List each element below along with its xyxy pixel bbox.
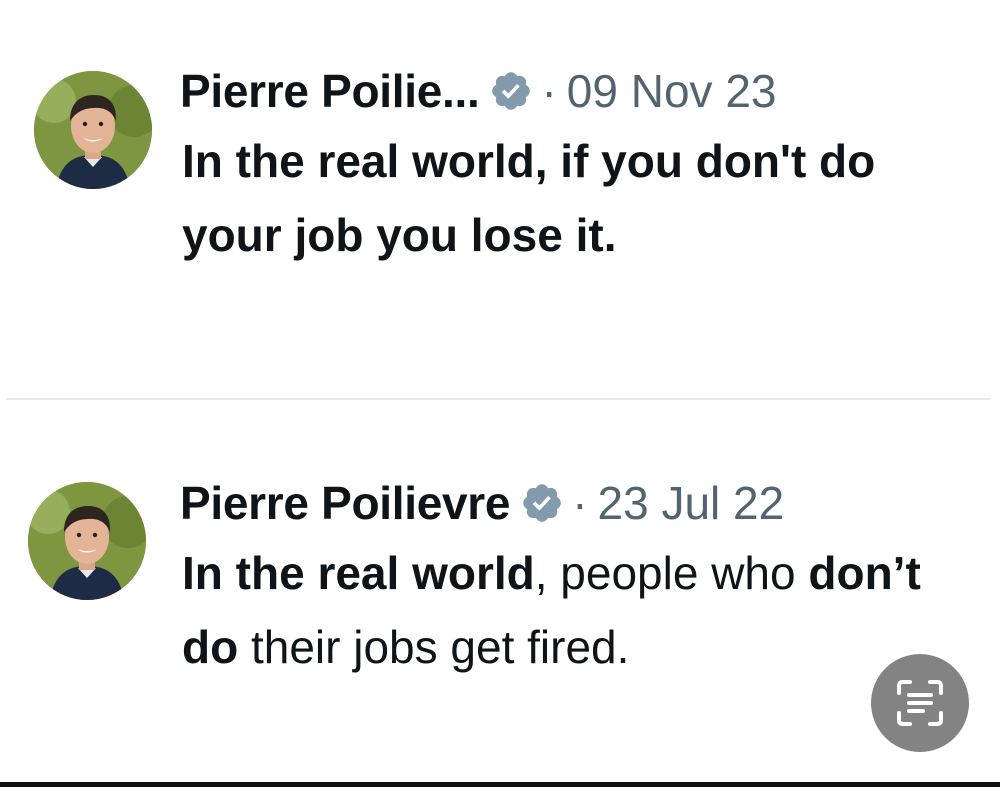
tweet-meta: · 23 Jul 22 bbox=[572, 476, 784, 530]
avatar-portrait-icon bbox=[34, 71, 152, 189]
meta-separator: · bbox=[541, 65, 557, 117]
tweet-text: In the real world, people who don’t do t… bbox=[182, 536, 972, 684]
meta-separator: · bbox=[572, 477, 588, 529]
tweet-date[interactable]: 09 Nov 23 bbox=[567, 65, 777, 117]
author-name[interactable]: Pierre Poilie... bbox=[180, 64, 480, 118]
verified-badge-icon bbox=[489, 69, 533, 113]
bottom-edge-bar bbox=[0, 782, 1000, 787]
author-avatar[interactable] bbox=[34, 71, 152, 189]
tweet-text-segment: , people who bbox=[534, 547, 809, 599]
tweet-meta: · 09 Nov 23 bbox=[541, 64, 776, 118]
live-text-scan-icon bbox=[897, 680, 943, 726]
live-text-button[interactable] bbox=[871, 654, 969, 752]
tweet-card[interactable]: Pierre Poilie... · 09 Nov 23 In the real … bbox=[0, 0, 1000, 398]
tweet-header: Pierre Poilievre · 23 Jul 22 bbox=[180, 472, 784, 534]
tweet-date[interactable]: 23 Jul 22 bbox=[598, 477, 785, 529]
avatar-portrait-icon bbox=[28, 482, 146, 600]
author-avatar[interactable] bbox=[28, 482, 146, 600]
tweet-text-segment: their jobs get fired. bbox=[238, 621, 630, 673]
tweet-text-segment-bold: In the real world bbox=[182, 547, 535, 599]
author-name[interactable]: Pierre Poilievre bbox=[180, 476, 510, 530]
verified-badge-icon bbox=[520, 481, 564, 525]
tweet-divider bbox=[6, 398, 990, 400]
tweet-card[interactable]: Pierre Poilievre · 23 Jul 22 In the real … bbox=[0, 402, 1000, 780]
tweet-header: Pierre Poilie... · 09 Nov 23 bbox=[180, 60, 777, 122]
tweet-text: In the real world, if you don't do your … bbox=[182, 135, 876, 261]
